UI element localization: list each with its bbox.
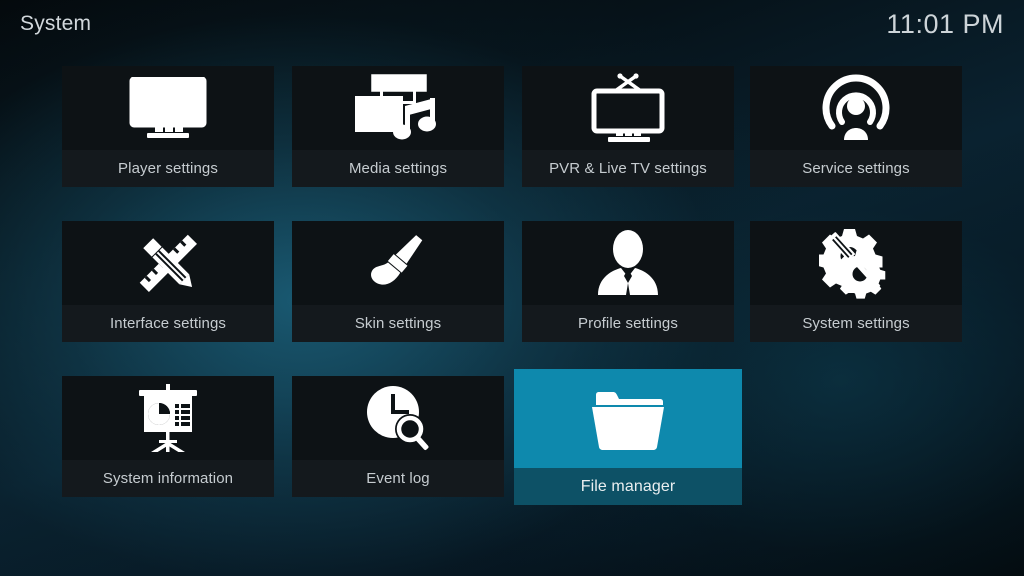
- tile-label-text: Service settings: [802, 160, 910, 177]
- person-bust-icon: [522, 221, 734, 305]
- tile-label: PVR & Live TV settings: [522, 150, 734, 187]
- tile-label-text: Event log: [366, 470, 430, 487]
- tile-service-settings[interactable]: Service settings: [750, 66, 962, 187]
- filmstrip-photo-music-icon: [292, 66, 504, 150]
- tv-antenna-icon: [522, 66, 734, 150]
- settings-grid: Player settings Media settings PVR & Liv…: [62, 66, 962, 531]
- tile-label: Service settings: [750, 150, 962, 187]
- tile-label: Player settings: [62, 150, 274, 187]
- tile-media-settings[interactable]: Media settings: [292, 66, 504, 187]
- tile-label: System information: [62, 460, 274, 497]
- top-bar: System 11:01 PM: [0, 0, 1024, 48]
- tile-event-log[interactable]: Event log: [292, 376, 504, 497]
- tile-skin-settings[interactable]: Skin settings: [292, 221, 504, 342]
- tile-label-text: System settings: [802, 315, 910, 332]
- tile-label: System settings: [750, 305, 962, 342]
- kodi-system-screen: System 11:01 PM Player settings Media se…: [0, 0, 1024, 576]
- tile-profile-settings[interactable]: Profile settings: [522, 221, 734, 342]
- tile-label-text: Interface settings: [109, 315, 227, 332]
- pencil-ruler-icon: [62, 221, 274, 305]
- tile-label-text: PVR & Live TV settings: [549, 160, 707, 177]
- page-title: System: [20, 12, 92, 35]
- tile-label-text: File manager: [580, 477, 676, 495]
- tile-label: Skin settings: [292, 305, 504, 342]
- tile-label: Profile settings: [522, 305, 734, 342]
- tile-player-settings[interactable]: Player settings: [62, 66, 274, 187]
- folder-icon: [514, 369, 742, 468]
- gears-screwdriver-icon: [750, 221, 962, 305]
- paintbrush-icon: [292, 221, 504, 305]
- tile-interface-settings[interactable]: Interface settings: [62, 221, 274, 342]
- tile-label: Interface settings: [62, 305, 274, 342]
- tile-label: File manager: [514, 468, 742, 505]
- tile-file-manager[interactable]: File manager: [514, 369, 742, 505]
- tile-label-text: Player settings: [118, 160, 218, 177]
- tile-label-text: Skin settings: [354, 315, 442, 332]
- broadcast-person-icon: [750, 66, 962, 150]
- grid-row: Player settings Media settings PVR & Liv…: [62, 66, 962, 221]
- tile-label-text: Profile settings: [578, 315, 678, 332]
- tile-system-information[interactable]: System information: [62, 376, 274, 497]
- monitor-play-icon: [62, 66, 274, 150]
- clock-magnifier-icon: [292, 376, 504, 460]
- clock: 11:01 PM: [886, 8, 1004, 39]
- tile-label-text: Media settings: [348, 160, 448, 177]
- grid-row: Interface settings Skin settings Profile…: [62, 221, 962, 376]
- presentation-chart-icon: [62, 376, 274, 460]
- tile-pvr-live-tv-settings[interactable]: PVR & Live TV settings: [522, 66, 734, 187]
- tile-label-text: System information: [102, 470, 234, 487]
- tile-label: Media settings: [292, 150, 504, 187]
- tile-label: Event log: [292, 460, 504, 497]
- tile-system-settings[interactable]: System settings: [750, 221, 962, 342]
- grid-row: System information Event log File manage…: [62, 369, 962, 531]
